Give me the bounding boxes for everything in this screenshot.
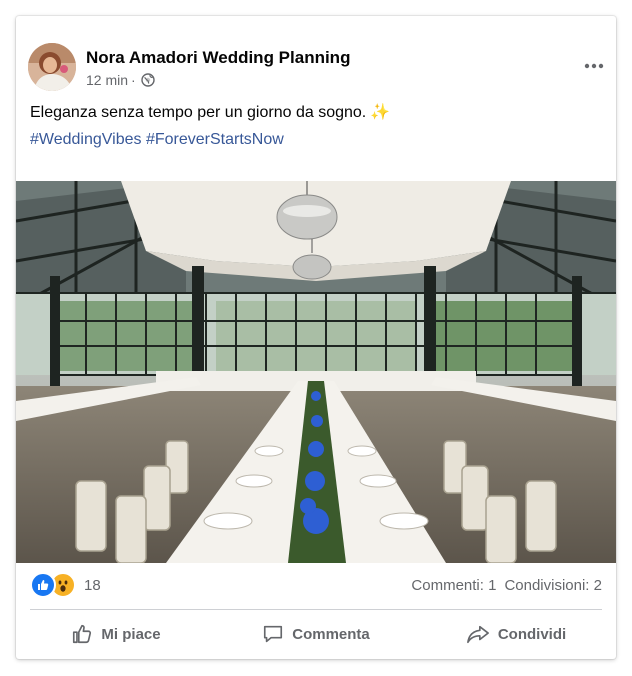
like-reaction-icon xyxy=(30,572,56,598)
post-meta: 12 min · xyxy=(86,72,155,88)
more-horizontal-icon xyxy=(584,63,604,69)
post-caption: Eleganza senza tempo per un giorno da so… xyxy=(30,102,390,122)
globe-icon xyxy=(141,73,155,87)
share-icon xyxy=(466,625,489,644)
comments-count[interactable]: Commenti: 1 xyxy=(411,577,496,594)
engagement-counts: Commenti: 1 Condivisioni: 2 xyxy=(411,577,602,594)
post-time[interactable]: 12 min xyxy=(86,72,128,88)
sparkles-icon: ✨ xyxy=(370,104,391,121)
wedding-venue-image xyxy=(16,181,616,563)
hashtag-link[interactable]: #ForeverStartsNow xyxy=(146,131,284,148)
comment-icon xyxy=(264,625,283,643)
like-button[interactable]: Mi piace xyxy=(16,614,216,654)
meta-separator: · xyxy=(131,72,136,88)
actions-divider xyxy=(30,609,602,610)
caption-text: Eleganza senza tempo per un giorno da so… xyxy=(30,104,367,121)
hashtag-link[interactable]: #WeddingVibes xyxy=(30,131,142,148)
share-label: Condividi xyxy=(497,625,567,643)
like-label: Mi piace xyxy=(101,625,161,643)
post-photo[interactable] xyxy=(16,181,616,563)
comment-button[interactable]: Commenta xyxy=(216,614,416,654)
thumbs-up-icon xyxy=(73,624,92,644)
comment-label: Commenta xyxy=(292,625,370,643)
post-actions: Mi piace Commenta Condividi xyxy=(16,614,616,654)
author-name[interactable]: Nora Amadori Wedding Planning xyxy=(86,48,350,68)
reactions-summary[interactable]: 18 xyxy=(30,572,101,598)
more-options-button[interactable] xyxy=(582,56,606,76)
share-button[interactable]: Condividi xyxy=(416,614,616,654)
shares-count[interactable]: Condivisioni: 2 xyxy=(504,577,602,594)
reaction-count: 18 xyxy=(84,576,101,594)
post-hashtags: #WeddingVibes #ForeverStartsNow xyxy=(30,131,284,149)
post-card: Nora Amadori Wedding Planning 12 min · E… xyxy=(16,16,616,659)
author-avatar[interactable] xyxy=(28,43,76,91)
